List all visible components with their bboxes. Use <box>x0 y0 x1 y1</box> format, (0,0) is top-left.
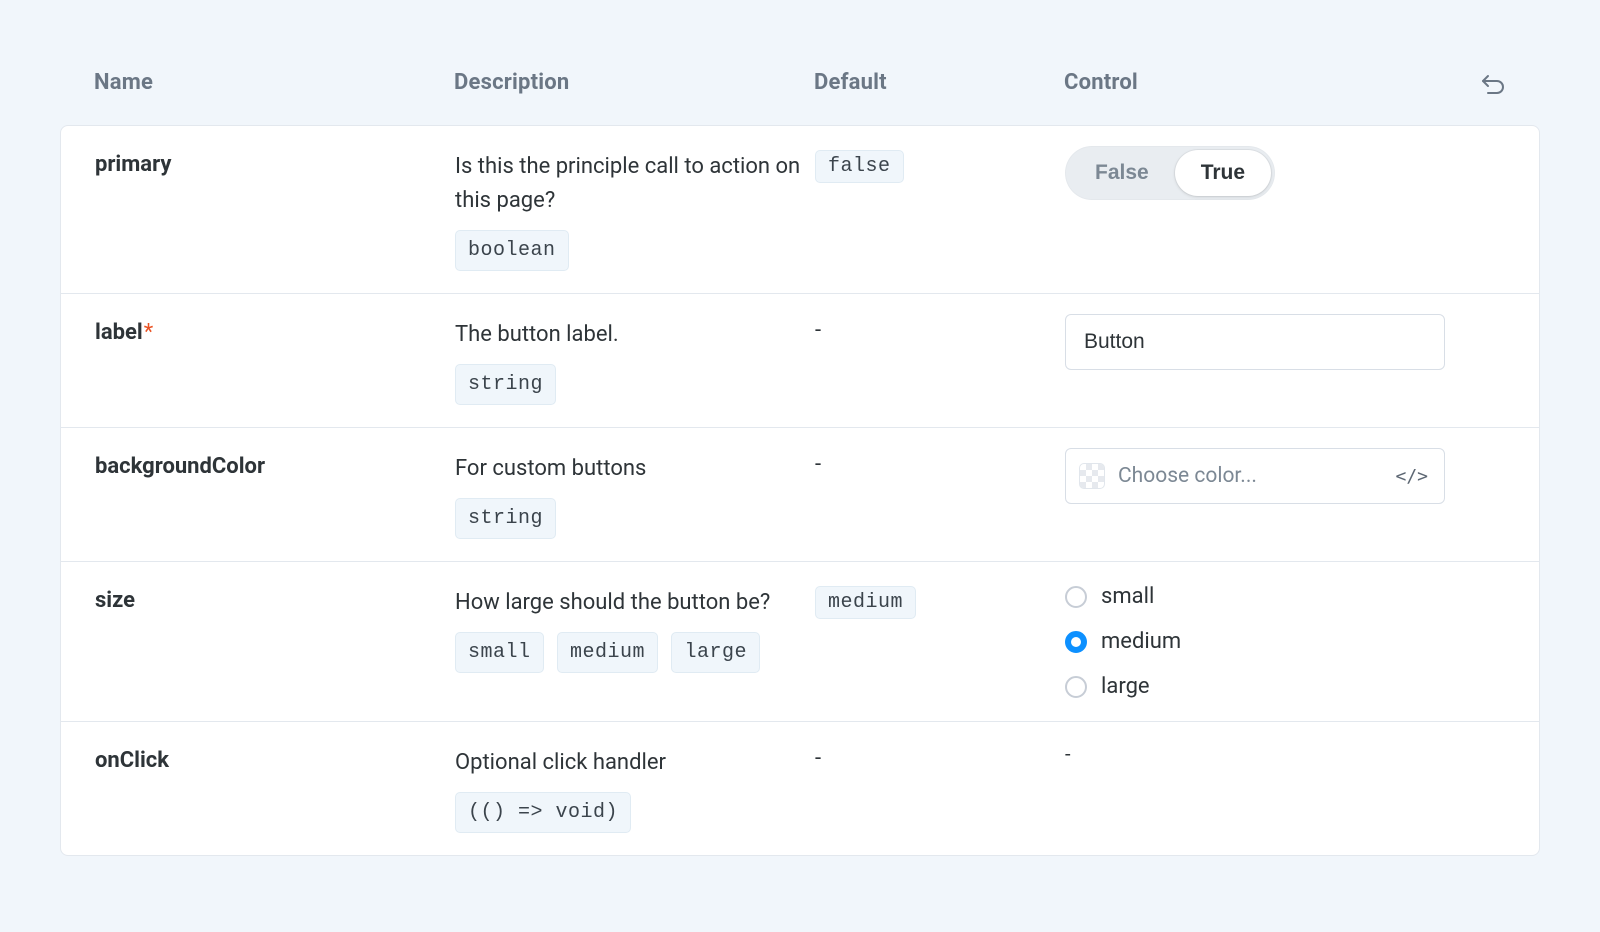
arg-control: False True <box>1065 144 1445 200</box>
arg-default: false <box>815 144 1065 183</box>
toggle-true-button[interactable]: True <box>1175 150 1271 196</box>
arg-name: backgroundColor <box>95 446 455 479</box>
reset-button[interactable] <box>1480 72 1506 94</box>
type-pill: string <box>455 364 556 405</box>
column-header-default: Default <box>814 70 1064 95</box>
color-swatch-icon <box>1080 464 1104 488</box>
code-toggle-icon[interactable]: </> <box>1395 466 1428 487</box>
color-picker[interactable]: Choose color... </> <box>1065 448 1445 504</box>
arg-control: - <box>1065 740 1445 766</box>
arg-description: Is this the principle call to action on … <box>455 144 815 271</box>
type-pill: medium <box>557 632 658 673</box>
arg-name: primary <box>95 144 455 177</box>
column-header-control: Control <box>1064 70 1446 95</box>
arg-default: - <box>815 740 1065 771</box>
table-row: primary Is this the principle call to ac… <box>61 126 1539 294</box>
arg-default: - <box>815 312 1065 343</box>
required-star-icon: * <box>144 320 153 345</box>
arg-name: label* <box>95 312 455 345</box>
type-pill: boolean <box>455 230 569 271</box>
arg-description: The button label. string <box>455 312 815 405</box>
table-row: size How large should the button be? sma… <box>61 562 1539 722</box>
undo-icon <box>1480 72 1506 94</box>
arg-description: For custom buttons string <box>455 446 815 539</box>
arg-description: Optional click handler (() => void) <box>455 740 815 833</box>
toggle-false-button[interactable]: False <box>1069 150 1175 196</box>
radio-icon <box>1065 631 1087 653</box>
arg-description: How large should the button be? small me… <box>455 580 815 673</box>
type-pill: (() => void) <box>455 792 631 833</box>
radio-option-medium[interactable]: medium <box>1065 629 1445 654</box>
arg-name: size <box>95 580 455 613</box>
radio-option-large[interactable]: large <box>1065 674 1445 699</box>
type-pill: string <box>455 498 556 539</box>
radio-group: small medium large <box>1065 582 1445 699</box>
table-row: backgroundColor For custom buttons strin… <box>61 428 1539 562</box>
table-row: onClick Optional click handler (() => vo… <box>61 722 1539 855</box>
arg-name: onClick <box>95 740 455 773</box>
table-header: Name Description Default Control <box>60 40 1540 125</box>
arg-default: medium <box>815 580 1065 619</box>
default-pill: medium <box>815 586 916 619</box>
arg-control: Choose color... </> <box>1065 446 1445 504</box>
arg-default: - <box>815 446 1065 477</box>
type-pill: small <box>455 632 544 673</box>
radio-icon <box>1065 676 1087 698</box>
arg-control: small medium large <box>1065 580 1445 699</box>
boolean-toggle[interactable]: False True <box>1065 146 1275 200</box>
default-pill: false <box>815 150 904 183</box>
type-pill: large <box>671 632 760 673</box>
args-table: primary Is this the principle call to ac… <box>60 125 1540 856</box>
radio-icon <box>1065 586 1087 608</box>
label-input[interactable] <box>1065 314 1445 370</box>
arg-control <box>1065 312 1445 370</box>
column-header-description: Description <box>454 70 814 95</box>
table-row: label* The button label. string - <box>61 294 1539 428</box>
color-placeholder: Choose color... <box>1118 464 1257 488</box>
radio-option-small[interactable]: small <box>1065 584 1445 609</box>
column-header-name: Name <box>94 70 454 95</box>
